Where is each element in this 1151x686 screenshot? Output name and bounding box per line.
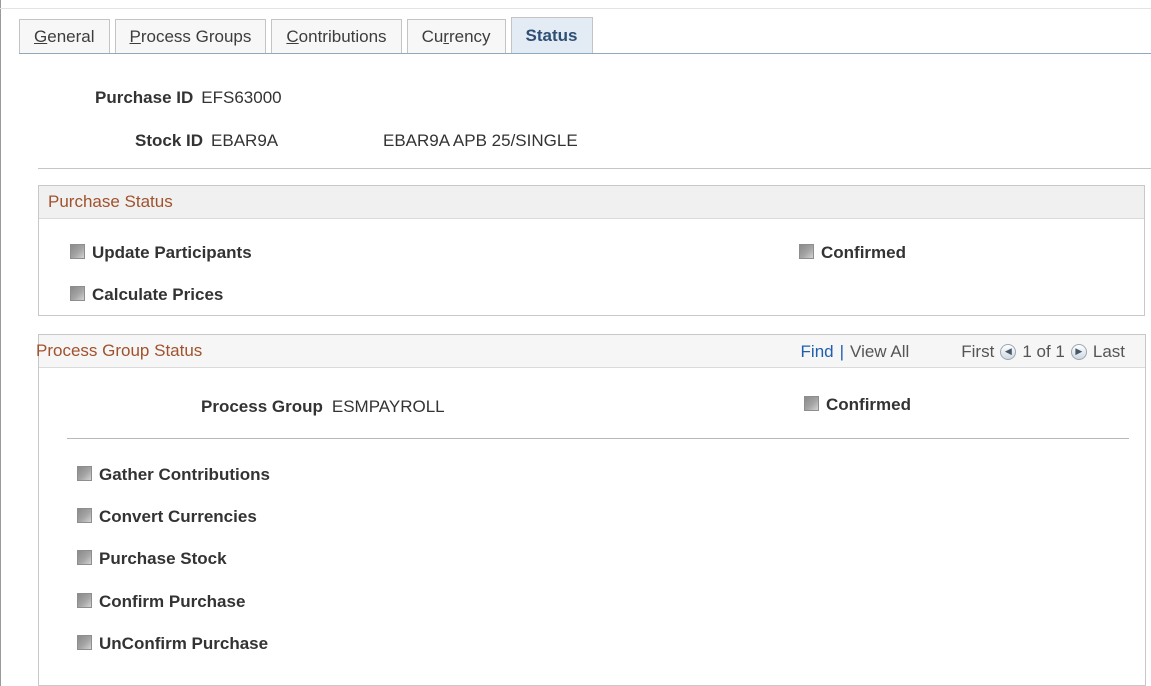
tab-contributions[interactable]: Contributions: [271, 19, 402, 54]
tab-accesskey: C: [286, 27, 299, 46]
process-group-confirmed-label: Confirmed: [826, 395, 911, 414]
checkbox-icon: [804, 395, 819, 411]
purchase-status-title: Purchase Status: [48, 192, 173, 211]
tab-currency[interactable]: Cu r rency: [406, 19, 506, 54]
tab-accesskey: P: [129, 27, 141, 46]
checkbox-icon: [77, 592, 92, 608]
tab-label: Status: [525, 26, 578, 45]
checkbox-icon: [70, 243, 85, 259]
view-all-link[interactable]: View All: [850, 342, 909, 362]
checkbox-icon: [77, 549, 92, 565]
tab-process-groups[interactable]: Process Groups: [114, 19, 267, 54]
process-group-label: Process Group: [201, 397, 323, 416]
process-group-confirmed-checkbox[interactable]: Confirmed: [804, 393, 911, 417]
tab-label: ontributions: [298, 27, 387, 46]
process-group-value: ESMPAYROLL: [331, 397, 445, 416]
unconfirm-purchase-checkbox[interactable]: UnConfirm Purchase: [77, 632, 268, 656]
stock-description: EBAR9A APB 25/SINGLE: [383, 129, 578, 153]
stock-id-label: Stock ID: [135, 131, 204, 150]
tab-label: eneral: [47, 27, 95, 46]
tab-general[interactable]: General: [19, 19, 110, 54]
process-group-status-header: Process Group Status Find | View All Fir…: [36, 335, 1145, 368]
previous-arrow-icon[interactable]: ◀: [1000, 343, 1017, 360]
process-group-divider: [67, 438, 1129, 439]
top-border: [0, 8, 1151, 9]
row-counter: 1 of 1: [1022, 341, 1065, 361]
step-label: Purchase Stock: [99, 549, 227, 568]
checkbox-icon: [77, 634, 92, 650]
purchase-stock-checkbox[interactable]: Purchase Stock: [77, 547, 227, 571]
tab-underline: [19, 53, 1151, 54]
purchase-confirmed-checkbox[interactable]: Confirmed: [799, 241, 906, 265]
find-link[interactable]: Find: [801, 342, 834, 362]
grid-navigation: Find | View All First ◀ 1 of 1 ▶ Last: [801, 335, 1125, 368]
next-arrow-icon[interactable]: ▶: [1070, 343, 1087, 360]
tab-status[interactable]: Status: [510, 17, 593, 54]
nav-separator: |: [839, 341, 845, 361]
checkbox-icon: [70, 285, 85, 301]
step-label: UnConfirm Purchase: [99, 634, 269, 653]
process-group-status-title: Process Group Status: [36, 341, 203, 360]
purchase-status-header: Purchase Status: [39, 186, 1144, 219]
confirm-purchase-checkbox[interactable]: Confirm Purchase: [77, 590, 245, 614]
update-participants-label: Update Participants: [92, 243, 252, 262]
checkbox-icon: [77, 507, 92, 523]
calculate-prices-checkbox[interactable]: Calculate Prices: [70, 283, 223, 307]
process-group-row: Process Group ESMPAYROLL: [201, 395, 445, 419]
step-label: Gather Contributions: [99, 465, 270, 484]
first-label: First: [961, 341, 995, 361]
calculate-prices-label: Calculate Prices: [92, 285, 224, 304]
purchase-id-value: EFS63000: [201, 88, 282, 107]
tab-label: Cu: [421, 27, 444, 46]
purchase-id-row: Purchase ID EFS63000: [95, 86, 282, 110]
step-label: Confirm Purchase: [99, 592, 246, 611]
tab-bar: General Process Groups Contributions Cu r…: [19, 16, 598, 54]
checkbox-icon: [799, 243, 814, 259]
update-participants-checkbox[interactable]: Update Participants: [70, 241, 252, 265]
stock-description-value: EBAR9A APB 25/SINGLE: [383, 131, 578, 150]
purchase-id-label: Purchase ID: [95, 88, 194, 107]
gather-contributions-checkbox[interactable]: Gather Contributions: [77, 463, 270, 487]
step-label: Convert Currencies: [99, 507, 257, 526]
checkbox-icon: [77, 465, 92, 481]
convert-currencies-checkbox[interactable]: Convert Currencies: [77, 505, 257, 529]
tab-label: rocess Groups: [140, 27, 252, 46]
header-divider: [38, 168, 1151, 169]
tab-accesskey: G: [34, 27, 48, 46]
tab-label: rency: [448, 27, 491, 46]
left-border: [0, 0, 1, 686]
last-label: Last: [1092, 341, 1125, 361]
stock-id-row: Stock ID EBAR9A: [135, 129, 278, 153]
stock-id-value: EBAR9A: [211, 131, 279, 150]
purchase-confirmed-label: Confirmed: [821, 243, 906, 262]
